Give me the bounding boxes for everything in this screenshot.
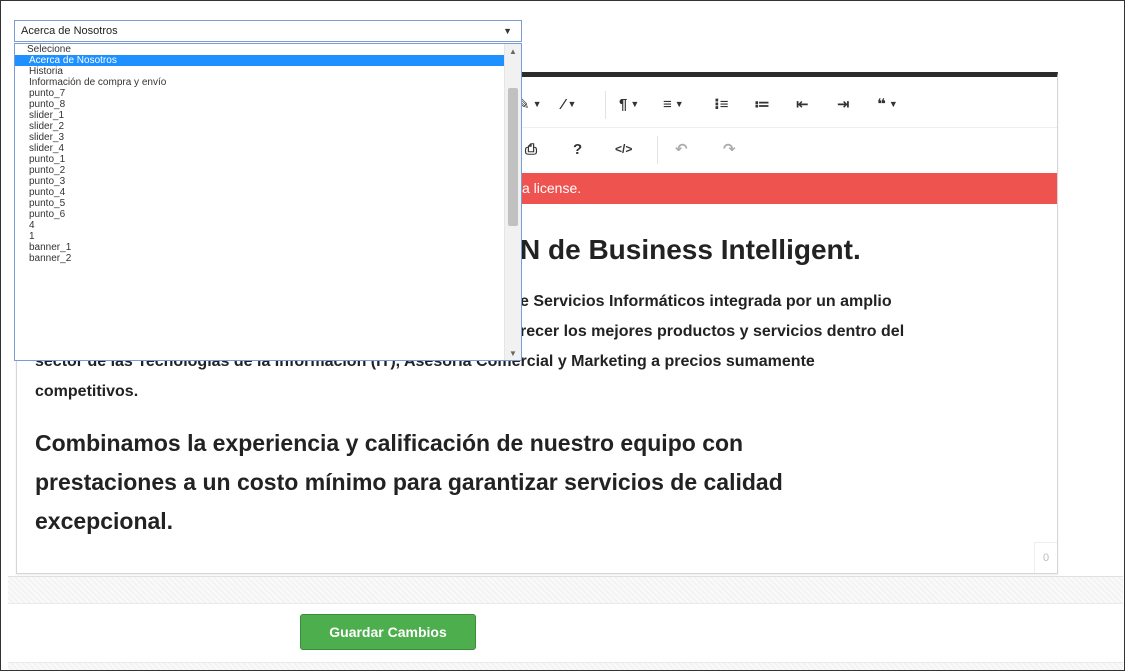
option-list: Selecione Acerca de Nosotros Historia Infor… xyxy=(15,44,521,264)
select-option[interactable]: punto_1 xyxy=(15,154,521,165)
paragraph-format-icon[interactable]: ¶ ▼ xyxy=(619,91,639,117)
subheading-line: prestaciones a un costo mínimo para gara… xyxy=(35,469,783,495)
select-option[interactable]: punto_7 xyxy=(15,88,521,99)
select-option[interactable]: punto_6 xyxy=(15,209,521,220)
listbox-scrollbar[interactable]: ▲ ▼ xyxy=(504,44,521,360)
select-option[interactable]: Historia xyxy=(15,66,521,77)
select-option[interactable]: slider_4 xyxy=(15,143,521,154)
print-icon[interactable]: ⎙ xyxy=(525,136,537,162)
select-option[interactable]: Información de compra y envío xyxy=(15,77,521,88)
ordered-list-icon[interactable]: ⁝≡ xyxy=(714,91,728,117)
subheading-line: Combinamos la experiencia y calificación… xyxy=(35,430,744,456)
character-counter: 0 xyxy=(1034,542,1057,573)
redo-icon[interactable]: ↷ xyxy=(723,136,736,162)
code-view-icon[interactable]: </> xyxy=(615,136,632,162)
undo-icon[interactable]: ↶ xyxy=(675,136,688,162)
form-footer: Guardar Cambios xyxy=(8,576,1123,670)
clear-format-icon[interactable]: ⁄ ▼ xyxy=(562,91,576,117)
scroll-thumb[interactable] xyxy=(508,88,518,226)
select-option[interactable]: slider_3 xyxy=(15,132,521,143)
select-option[interactable]: punto_5 xyxy=(15,198,521,209)
page-select-value: Acerca de Nosotros xyxy=(21,25,118,37)
select-option[interactable]: slider_1 xyxy=(15,110,521,121)
scroll-down-icon[interactable]: ▼ xyxy=(505,346,521,360)
page-select-dropdown[interactable]: Acerca de Nosotros ▼ Selecione Acerca de … xyxy=(14,20,522,361)
select-option[interactable]: slider_2 xyxy=(15,121,521,132)
footer-strip xyxy=(8,603,1123,663)
select-option[interactable]: punto_4 xyxy=(15,187,521,198)
select-option[interactable]: banner_2 xyxy=(15,253,521,264)
select-option[interactable]: punto_8 xyxy=(15,99,521,110)
select-option[interactable]: punto_2 xyxy=(15,165,521,176)
select-option[interactable]: punto_3 xyxy=(15,176,521,187)
select-option[interactable]: 4 xyxy=(15,220,521,231)
select-option[interactable]: banner_1 xyxy=(15,242,521,253)
scroll-up-icon[interactable]: ▲ xyxy=(505,44,521,58)
chevron-down-icon[interactable]: ▼ xyxy=(503,21,512,41)
select-option[interactable]: Acerca de Nosotros xyxy=(15,55,521,66)
indent-icon[interactable]: ⇥ xyxy=(837,91,850,117)
page-select[interactable]: Acerca de Nosotros ▼ xyxy=(14,20,522,42)
align-icon[interactable]: ≡ ▼ xyxy=(663,91,684,117)
outdent-icon[interactable]: ⇤ xyxy=(796,91,809,117)
paragraph-line: competitivos. xyxy=(35,383,139,400)
page-select-listbox[interactable]: Selecione Acerca de Nosotros Historia Infor… xyxy=(14,43,522,361)
unordered-list-icon[interactable]: ≔ xyxy=(754,91,770,117)
subheading-line: excepcional. xyxy=(35,508,174,534)
toolbar-separator xyxy=(657,136,658,164)
content-subheading: Combinamos la experiencia y calificación… xyxy=(35,424,1015,541)
select-option[interactable]: 1 xyxy=(15,231,521,242)
quote-icon[interactable]: ❝ ▼ xyxy=(877,91,898,117)
help-icon[interactable]: ? xyxy=(573,136,582,162)
select-option[interactable]: Selecione xyxy=(15,44,521,55)
save-changes-button[interactable]: Guardar Cambios xyxy=(300,614,476,650)
toolbar-separator xyxy=(605,91,606,119)
content-heading: N de Business Intelligent. xyxy=(520,234,861,265)
